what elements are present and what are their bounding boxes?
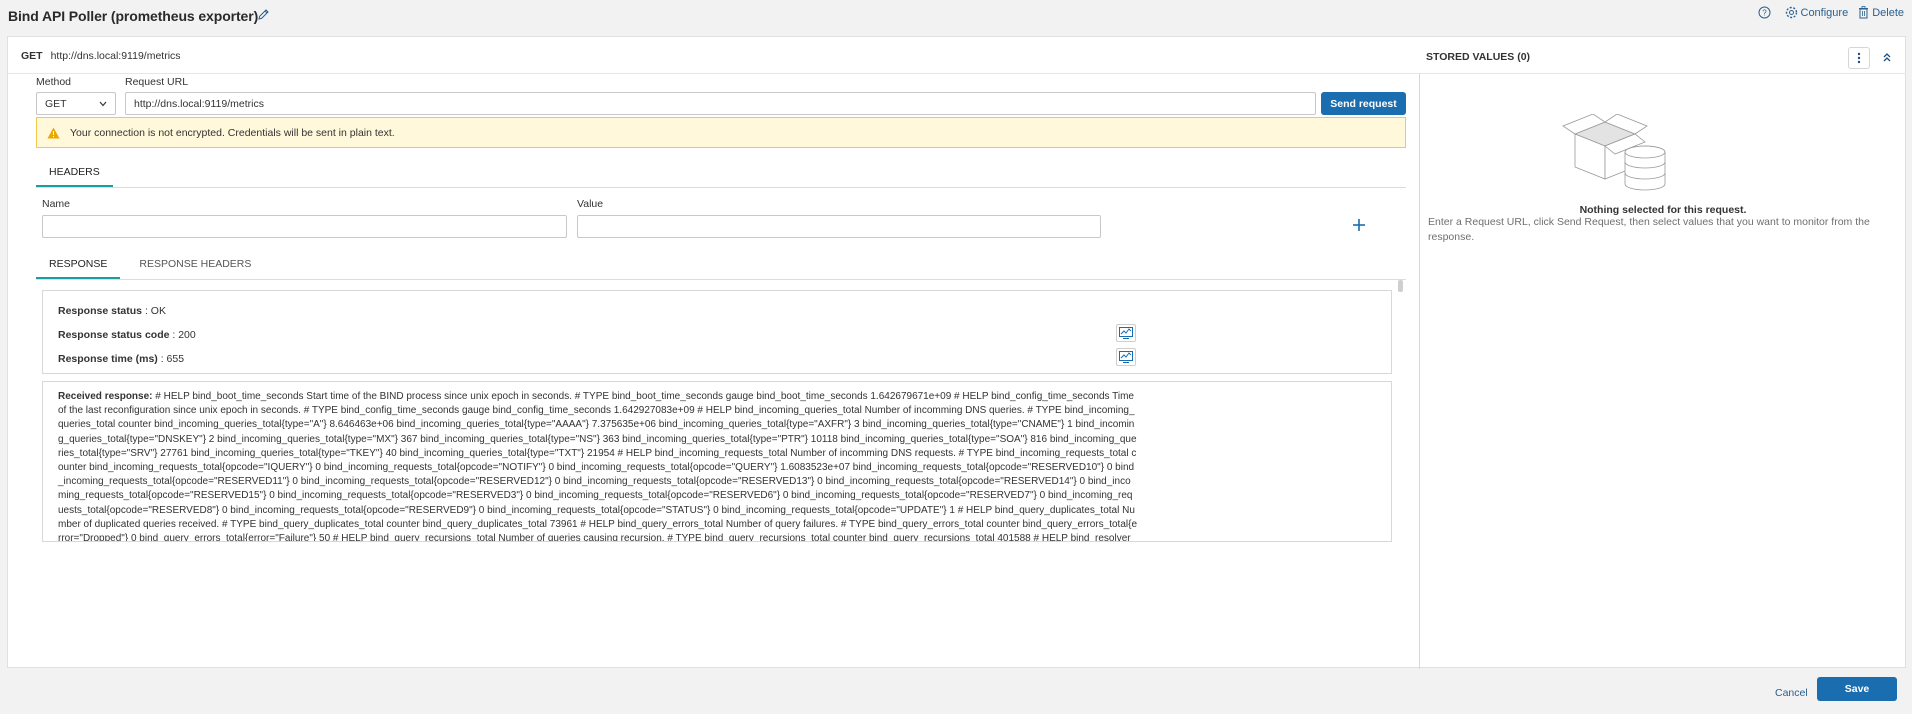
poller-editor-card: GET http://dns.local:9119/metrics STORED … — [7, 36, 1906, 669]
unencrypted-warning: Your connection is not encrypted. Creden… — [36, 117, 1406, 148]
header-name-input[interactable] — [42, 215, 567, 238]
page-footer: Cancel — [0, 672, 1912, 714]
page-title: Bind API Poller (prometheus exporter) — [8, 8, 259, 24]
response-summary-box: Response status : OK Response status cod… — [42, 290, 1392, 374]
received-response-body[interactable]: # HELP bind_boot_time_seconds Start time… — [58, 391, 1137, 541]
add-header-button[interactable] — [1351, 217, 1367, 236]
svg-text:?: ? — [1762, 8, 1767, 17]
headers-tabs: HEADERS — [36, 157, 113, 187]
header-value-label: Value — [577, 198, 604, 210]
chart-monitor-icon — [1119, 327, 1133, 339]
response-code-value: 200 — [178, 329, 196, 341]
received-response-box[interactable]: Received response: # HELP bind_boot_time… — [42, 381, 1392, 542]
delete-label: Delete — [1872, 6, 1904, 19]
received-response-label: Received response: — [58, 391, 153, 402]
response-status-value: OK — [150, 305, 166, 317]
pencil-edit-icon[interactable] — [257, 8, 270, 21]
request-builder-panel: Method Request URL GET http://dns.local:… — [8, 73, 1420, 669]
monitor-response-time-button[interactable] — [1116, 348, 1136, 366]
method-select-value: GET — [45, 98, 67, 110]
configure-button[interactable]: Configure — [1785, 6, 1849, 19]
header-value-input[interactable] — [577, 215, 1101, 238]
response-status-row: Response status : OK — [58, 305, 166, 317]
monitor-status-code-button[interactable] — [1116, 324, 1136, 342]
double-chevron-up-icon — [1883, 53, 1891, 62]
more-options-button[interactable] — [1848, 47, 1870, 69]
help-button[interactable]: ? — [1758, 6, 1771, 19]
card-header: GET http://dns.local:9119/metrics STORED … — [8, 37, 1905, 73]
response-tabs: RESPONSE RESPONSE HEADERS — [36, 249, 264, 279]
response-code-row: Response status code : 200 — [58, 329, 196, 341]
response-status-label: Response status — [58, 305, 143, 317]
delete-button[interactable]: Delete — [1858, 6, 1904, 19]
trash-icon — [1859, 6, 1869, 19]
response-code-label: Response status code — [58, 329, 170, 341]
page-header: Bind API Poller (prometheus exporter) ? … — [0, 0, 1912, 34]
chart-monitor-icon — [1119, 351, 1133, 363]
collapse-button[interactable] — [1882, 51, 1892, 66]
warning-text: Your connection is not encrypted. Creden… — [70, 126, 395, 139]
stored-values-title: STORED VALUES (0) — [1426, 51, 1531, 63]
tab-headers[interactable]: HEADERS — [36, 157, 113, 187]
chevron-down-icon — [99, 101, 107, 107]
received-response-text[interactable]: Received response: # HELP bind_boot_time… — [58, 390, 1138, 541]
help-icon: ? — [1758, 6, 1770, 19]
plus-icon — [1353, 219, 1365, 231]
method-label: Method — [36, 76, 72, 88]
stored-values-panel: Nothing selected for this request. Enter… — [1420, 73, 1906, 669]
request-url-label: Request URL — [125, 76, 189, 88]
cancel-button[interactable]: Cancel — [1775, 683, 1808, 703]
header-name-label: Name — [42, 198, 71, 210]
response-time-row: Response time (ms) : 655 — [58, 353, 185, 365]
save-button[interactable]: Save — [1817, 677, 1897, 701]
response-time-value: 655 — [166, 353, 185, 365]
response-time-label: Response time (ms) — [58, 353, 158, 365]
tab-response-headers[interactable]: RESPONSE HEADERS — [126, 249, 264, 279]
method-select[interactable]: GET — [36, 92, 116, 115]
gear-icon — [1785, 6, 1797, 19]
tab-divider — [36, 279, 1406, 280]
scrollbar-thumb[interactable] — [1398, 280, 1403, 292]
request-summary-url: http://dns.local:9119/metrics — [50, 50, 181, 62]
send-request-button[interactable]: Send request — [1321, 92, 1406, 115]
empty-box-database-illustration — [1562, 114, 1666, 191]
empty-state-description: Enter a Request URL, click Send Request,… — [1428, 216, 1870, 243]
request-summary: GET http://dns.local:9119/metrics — [21, 50, 181, 62]
warning-icon — [47, 127, 60, 138]
request-url-input[interactable]: http://dns.local:9119/metrics — [125, 92, 1316, 115]
tab-response[interactable]: RESPONSE — [36, 249, 121, 279]
tab-divider — [36, 187, 1406, 188]
header-actions: ? Configure Delete — [1758, 6, 1904, 19]
kebab-menu-icon — [1857, 52, 1861, 64]
request-summary-method: GET — [21, 50, 43, 62]
configure-label: Configure — [1800, 6, 1849, 19]
